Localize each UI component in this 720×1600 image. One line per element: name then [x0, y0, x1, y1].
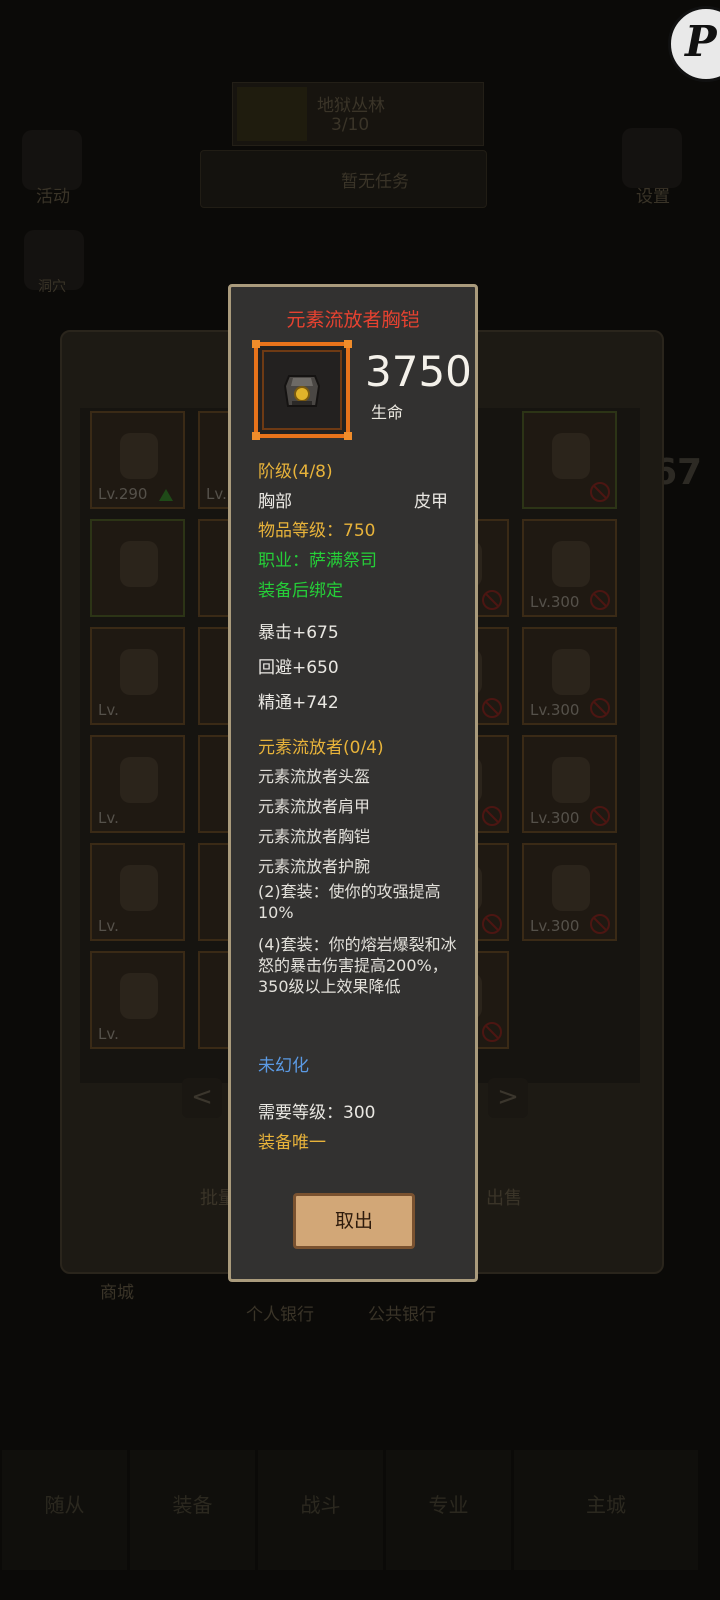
activity-button[interactable]: 活动: [22, 130, 82, 207]
task-bar[interactable]: 暂无任务: [200, 150, 487, 208]
settings-button[interactable]: 设置: [622, 128, 682, 207]
armor-type: 皮甲: [414, 492, 448, 512]
item-icon: [120, 757, 158, 803]
set-piece: 元素流放者肩甲: [258, 797, 371, 816]
inventory-slot[interactable]: Lv.: [90, 627, 185, 725]
sell-button[interactable]: 出售: [486, 1184, 522, 1210]
class-requirement: 职业：萨满祭司: [258, 551, 377, 571]
set-piece: 元素流放者头盔: [258, 767, 371, 786]
prev-page-button[interactable]: <: [182, 1078, 222, 1118]
inventory-slot[interactable]: Lv.: [90, 951, 185, 1049]
set-piece: 元素流放者胸铠: [258, 827, 371, 846]
cave-button[interactable]: 洞穴: [24, 230, 84, 295]
bind-type: 装备后绑定: [258, 581, 343, 601]
slot-level: Lv.: [98, 917, 119, 935]
cave-label: 洞穴: [38, 279, 66, 295]
item-icon: [552, 865, 590, 911]
not-usable-icon: [590, 806, 610, 826]
tab-main-city[interactable]: 主城: [514, 1450, 698, 1570]
item-icon: [120, 973, 158, 1019]
item-icon-frame: [252, 340, 352, 440]
item-icon: [552, 757, 590, 803]
set-name: 元素流放者(0/4): [258, 738, 384, 758]
item-icon: [120, 649, 158, 695]
inventory-slot[interactable]: [522, 411, 617, 509]
required-level: 需要等级：300: [258, 1103, 376, 1123]
not-usable-icon: [482, 1022, 502, 1042]
item-icon: [120, 865, 158, 911]
item-icon: [552, 541, 590, 587]
item-tier: 阶级(4/8): [258, 462, 333, 482]
set-bonus-2: (2)套装：使你的攻强提高10%: [258, 882, 441, 922]
slot-level: Lv.300: [530, 701, 580, 719]
set-bonus-4: (4)套装：你的熔岩爆裂和冰怒的暴击伤害提高200%，350级以上效果降低: [258, 935, 457, 996]
not-usable-icon: [482, 590, 502, 610]
not-usable-icon: [482, 914, 502, 934]
next-page-button[interactable]: >: [488, 1078, 528, 1118]
primary-stat-value: 3750: [365, 347, 472, 396]
tab-followers[interactable]: 随从: [2, 1450, 127, 1570]
take-out-button[interactable]: 取出: [293, 1193, 415, 1249]
slot-level: Lv.290: [98, 485, 148, 503]
stat-mastery: 精通+742: [258, 693, 339, 713]
tab-profession[interactable]: 专业: [386, 1450, 511, 1570]
inventory-slot[interactable]: Lv.: [90, 735, 185, 833]
activity-label: 活动: [36, 187, 70, 207]
not-usable-icon: [590, 698, 610, 718]
not-usable-icon: [590, 590, 610, 610]
inventory-slot[interactable]: Lv.290: [90, 411, 185, 509]
settings-label: 设置: [636, 187, 670, 207]
stat-dodge: 回避+650: [258, 658, 339, 678]
slot-level: Lv.: [98, 701, 119, 719]
stage-banner[interactable]: 地狱丛林 3/10: [232, 82, 484, 146]
item-icon: [120, 433, 158, 479]
inventory-slot[interactable]: Lv.300: [522, 519, 617, 617]
inventory-slot[interactable]: [90, 519, 185, 617]
slot-level: Lv.300: [530, 809, 580, 827]
task-label: 暂无任务: [341, 172, 409, 192]
app-logo-icon: P: [668, 6, 720, 82]
primary-stat-label: 生命: [371, 403, 404, 422]
not-usable-icon: [590, 482, 610, 502]
item-icon: [552, 649, 590, 695]
set-piece: 元素流放者护腕: [258, 857, 371, 876]
transmog-status: 未幻化: [258, 1056, 309, 1076]
item-tooltip: 元素流放者胸铠 3750 生命 阶级(4/8) 胸部 皮甲 物品等级：750 职…: [228, 284, 478, 1282]
slot-level: Lv.300: [530, 917, 580, 935]
upgrade-arrow-icon: [159, 489, 173, 501]
personal-bank-button[interactable]: 个人银行: [246, 1300, 314, 1325]
stage-flag-icon: [237, 87, 307, 141]
stage-progress: 3/10: [331, 115, 370, 135]
stat-crit: 暴击+675: [258, 623, 339, 643]
public-bank-button[interactable]: 公共银行: [368, 1300, 436, 1325]
tab-battle[interactable]: 战斗: [258, 1450, 383, 1570]
slot-level: Lv.: [98, 1025, 119, 1043]
shop-button[interactable]: 商城: [100, 1278, 134, 1303]
not-usable-icon: [482, 806, 502, 826]
inventory-slot[interactable]: Lv.: [90, 843, 185, 941]
slot-level: Lv.300: [530, 593, 580, 611]
unique-equip: 装备唯一: [258, 1133, 326, 1153]
item-icon: [120, 541, 158, 587]
item-icon: [552, 433, 590, 479]
item-title: 元素流放者胸铠: [286, 309, 420, 331]
tab-equipment[interactable]: 装备: [130, 1450, 255, 1570]
stage-title: 地狱丛林: [317, 96, 385, 116]
inventory-slot[interactable]: Lv.300: [522, 627, 617, 725]
inventory-slot[interactable]: Lv.300: [522, 735, 617, 833]
not-usable-icon: [590, 914, 610, 934]
slot-level: Lv.: [98, 809, 119, 827]
chest-armor-icon: [283, 375, 321, 407]
item-slot: 胸部: [258, 492, 292, 512]
slot-level: Lv.: [206, 485, 227, 503]
inventory-slot[interactable]: Lv.300: [522, 843, 617, 941]
not-usable-icon: [482, 698, 502, 718]
item-level: 物品等级：750: [258, 521, 376, 541]
